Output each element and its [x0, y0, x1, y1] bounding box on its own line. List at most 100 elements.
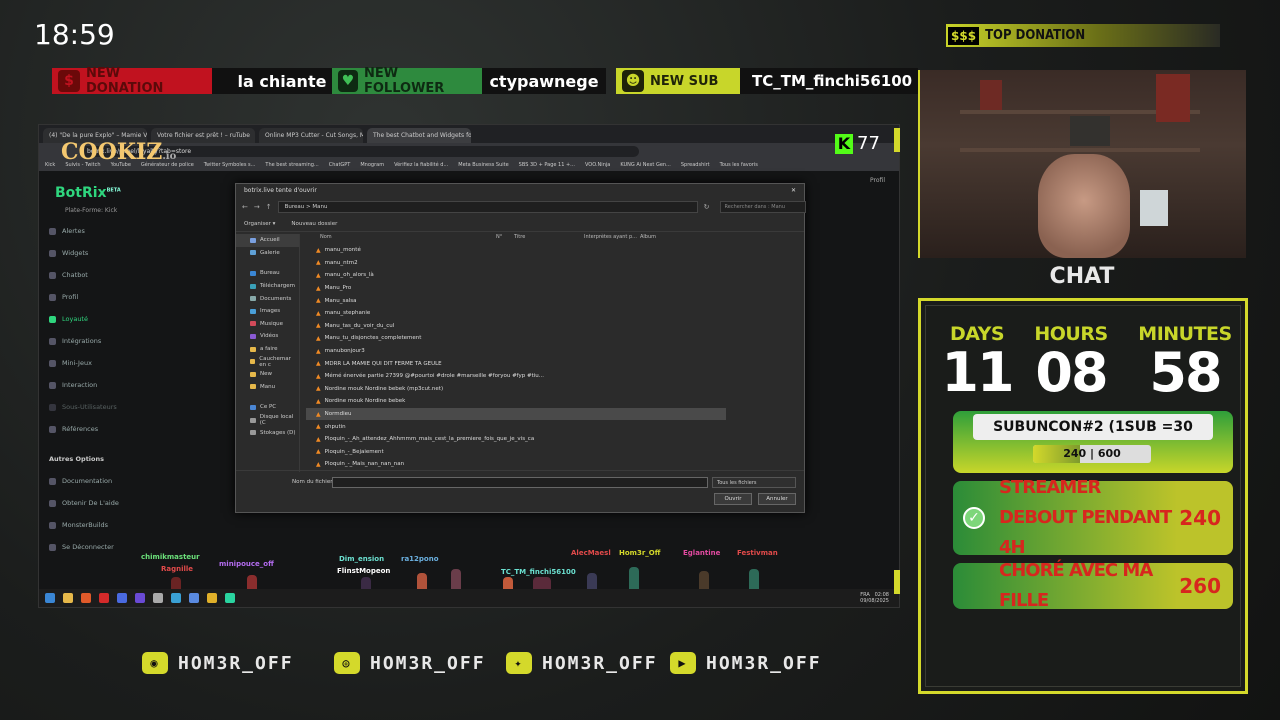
bookmark[interactable]: VOO.Ninja — [585, 162, 610, 168]
column-header[interactable]: Titre — [514, 234, 584, 244]
file-row[interactable]: ▲ Manu_Pro — [306, 282, 726, 295]
bookmark[interactable]: Tous les favoris — [720, 162, 758, 168]
search-input[interactable]: Rechercher dans : Manu — [719, 201, 806, 213]
bookmark[interactable]: The best streaming... — [265, 162, 318, 168]
browser-tab[interactable]: The best Chatbot and Widgets fo — [367, 128, 471, 143]
bookmark[interactable]: Vérifiez la fiabilité d... — [394, 162, 448, 168]
sidebar-item-monsterbuilds[interactable]: MonsterBuilds — [49, 521, 108, 529]
brave-icon[interactable] — [81, 593, 91, 603]
vscode-icon[interactable] — [189, 593, 199, 603]
profile-button[interactable]: Profil — [870, 177, 885, 184]
path-breadcrumb[interactable]: Bureau > Manu — [277, 201, 698, 213]
steam-icon[interactable] — [117, 593, 127, 603]
file-row[interactable]: ▲ Normdieu — [306, 407, 726, 421]
goal-value: 260 — [1179, 574, 1221, 598]
bookmark[interactable]: Meta Business Suite — [458, 162, 508, 168]
nav-item[interactable]: a faire — [236, 343, 299, 356]
file-row[interactable]: ▲ manu_monté — [306, 244, 726, 257]
file-row[interactable]: ▲ Manu_tu_disjonctes_completement — [306, 332, 726, 345]
app-icon[interactable] — [225, 593, 235, 603]
nav-item[interactable]: Téléchargem — [236, 280, 299, 293]
column-header[interactable]: N° — [496, 234, 514, 244]
sidebar-item-aide[interactable]: Obtenir De L'aide — [49, 499, 119, 507]
vlc-file-icon: ▲ — [316, 435, 321, 443]
nav-item[interactable]: Images — [236, 305, 299, 318]
bookmark[interactable]: Spreadshirt — [681, 162, 710, 168]
nav-item[interactable]: Documents — [236, 292, 299, 305]
nav-item[interactable]: Vidéos — [236, 330, 299, 343]
file-row[interactable]: ▲ Nordine mouk Nordine bebek (mp3cut.net) — [306, 383, 726, 396]
explorer-icon[interactable] — [63, 593, 73, 603]
up-icon[interactable]: ↑ — [266, 203, 272, 211]
browser-tab[interactable]: Online MP3 Cutter - Cut Songs, Mak — [259, 128, 363, 143]
file-row[interactable]: ▲ Ploquin_-_Bejaiement — [306, 446, 726, 459]
column-header[interactable]: Album — [640, 234, 700, 244]
column-header[interactable]: Nom — [306, 234, 496, 244]
file-name: manu_monté — [324, 247, 361, 254]
file-row[interactable]: ▲ ohputin — [306, 420, 726, 433]
filename-input[interactable] — [332, 477, 708, 488]
bookmark[interactable]: SBS 3D + Page 11 +... — [519, 162, 575, 168]
nav-item[interactable]: Stokages (D) — [236, 426, 299, 439]
file-row[interactable]: ▲ manu_stephanie — [306, 307, 726, 320]
nav-item[interactable]: Galerie — [236, 247, 299, 260]
file-row[interactable]: ▲ MDRR LA MAMIE QUI DIT FERME TA GEULE — [306, 357, 726, 370]
sidebar-item-widgets[interactable]: Widgets — [49, 249, 88, 257]
obs-icon[interactable] — [153, 593, 163, 603]
vlc-file-icon: ▲ — [316, 410, 321, 418]
sidebar-item-profil[interactable]: Profil — [49, 293, 78, 301]
nav-item[interactable]: Disque local (C — [236, 414, 299, 427]
viewer-name: Eglantine — [683, 549, 721, 557]
discord-icon: ◉ — [142, 652, 168, 674]
forward-icon[interactable]: → — [254, 203, 260, 211]
nav-item[interactable]: Ce PC — [236, 401, 299, 414]
sidebar-item-alertes[interactable]: Alertes — [49, 227, 85, 235]
documents-icon — [250, 296, 256, 302]
filetype-select[interactable]: Tous les fichiers — [712, 477, 796, 488]
back-icon[interactable]: ← — [242, 203, 248, 211]
sidebar-item-integrations[interactable]: Intégrations — [49, 337, 101, 345]
sidebar-item-sous-utilisateurs[interactable]: Sous-Utilisateurs — [49, 403, 117, 411]
file-row[interactable]: ▲ manu_oh_alors_là — [306, 269, 726, 282]
sidebar-item-deconnecter[interactable]: Se Déconnecter — [49, 543, 114, 551]
file-row[interactable]: ▲ Manu_salsa — [306, 294, 726, 307]
nav-item[interactable]: Musique — [236, 318, 299, 331]
column-header[interactable]: Interprètes ayant p... — [584, 234, 640, 244]
sidebar-item-minijeux[interactable]: Mini-Jeux — [49, 359, 92, 367]
sidebar-item-chatbot[interactable]: Chatbot — [49, 271, 88, 279]
file-row[interactable]: ▲ manu_ntm2 — [306, 257, 726, 270]
sidebar-item-loyaute[interactable]: Loyauté — [49, 315, 88, 323]
bookmark[interactable]: KUNG Ai Next Gen... — [620, 162, 671, 168]
app-icon[interactable] — [171, 593, 181, 603]
file-row[interactable]: ▲ manubonjour3 — [306, 345, 726, 358]
bookmark[interactable]: ChatGPT — [329, 162, 351, 168]
refresh-icon[interactable]: ↻ — [704, 203, 710, 211]
sidebar-item-references[interactable]: Références — [49, 425, 98, 433]
organize-button[interactable]: Organiser ▾ — [244, 221, 275, 227]
app-icon[interactable] — [99, 593, 109, 603]
windows-start-icon[interactable] — [45, 593, 55, 603]
nav-item[interactable]: Cauchemar en c — [236, 355, 299, 368]
discord-icon[interactable] — [135, 593, 145, 603]
cancel-button[interactable]: Annuler — [758, 493, 796, 505]
nav-item[interactable]: Accueil — [236, 234, 299, 247]
app-icon[interactable] — [207, 593, 217, 603]
close-icon[interactable]: ✕ — [791, 187, 796, 195]
file-row[interactable]: ▲ Ploquin_-_Mais_nan_nan_nan — [306, 458, 726, 471]
file-row[interactable]: ▲ Mémé énervée partie 27399 @#pourtoi #dr… — [306, 370, 726, 383]
bookmark[interactable]: Twitter Symboles s... — [204, 162, 256, 168]
file-row[interactable]: ▲ Manu_tas_du_voir_du_cul — [306, 320, 726, 333]
nav-item[interactable]: Manu — [236, 381, 299, 394]
sidebar-item-documentation[interactable]: Documentation — [49, 477, 112, 485]
open-button[interactable]: Ouvrir — [714, 493, 752, 505]
nav-item[interactable]: Bureau — [236, 267, 299, 280]
bookmark[interactable]: Mnogram — [360, 162, 384, 168]
new-folder-button[interactable]: Nouveau dossier — [291, 221, 337, 227]
nav-item[interactable]: New — [236, 368, 299, 381]
file-row[interactable]: ▲ Nordine mouk Nordine bebek — [306, 395, 726, 408]
heart-icon: ♥ — [338, 70, 358, 92]
sidebar-item-interaction[interactable]: Interaction — [49, 381, 97, 389]
file-row[interactable]: ▲ Ploquin_-_Ah_attendez_Ahhmmm_mais_cest_… — [306, 433, 726, 446]
viewer-name: Dim_ension — [339, 555, 385, 563]
bookmark[interactable]: Kick — [45, 162, 55, 168]
